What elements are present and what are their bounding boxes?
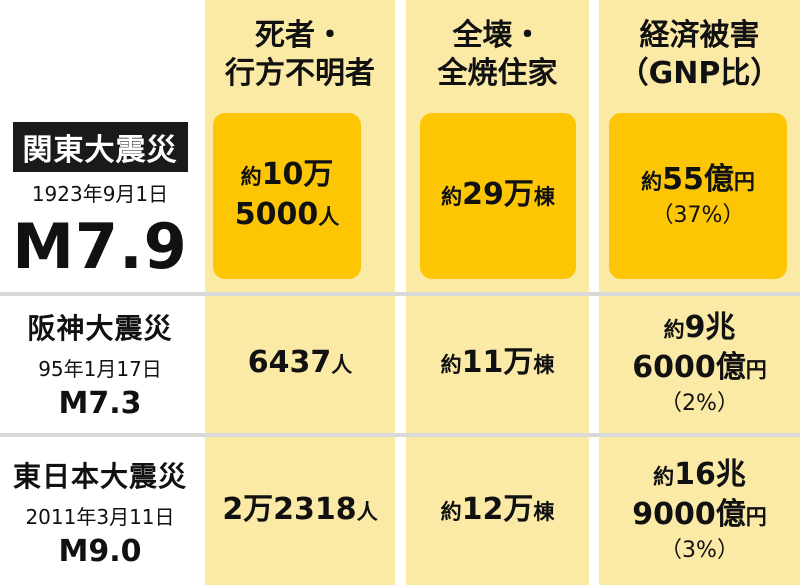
deaths-line1: 約10万 bbox=[241, 156, 334, 196]
economic-line1: 約16兆 bbox=[653, 456, 746, 496]
header-economic-line2: （GNP比） bbox=[618, 56, 781, 91]
unit-label: 棟 bbox=[533, 500, 555, 524]
gnp-ratio: （3%） bbox=[660, 538, 739, 563]
earthquake-date: 95年1月17日 bbox=[38, 357, 162, 381]
deaths-number: 10万 bbox=[261, 157, 334, 192]
houses-value: 約11万棟 bbox=[441, 344, 555, 384]
kanto-houses-cell: 約29万棟 bbox=[420, 113, 576, 279]
row-label-tohoku: 東日本大震災 2011年3月11日 M9.0 bbox=[0, 438, 200, 585]
unit-label: 人 bbox=[318, 205, 340, 229]
prefix-label: 約 bbox=[240, 165, 262, 189]
houses-number: 12万 bbox=[461, 492, 534, 527]
prefix-label: 約 bbox=[441, 185, 463, 209]
earthquake-date: 2011年3月11日 bbox=[25, 504, 175, 529]
deaths-number: 6437 bbox=[247, 345, 332, 380]
houses-number: 11万 bbox=[461, 345, 534, 380]
tohoku-economic-cell: 約16兆 9000億円 （3%） bbox=[599, 437, 800, 585]
unit-label: 棟 bbox=[533, 185, 555, 209]
economic-number: 6000億 bbox=[632, 350, 746, 385]
earthquake-name: 関東大震災 bbox=[12, 121, 188, 172]
unit-label: 円 bbox=[745, 358, 767, 382]
earthquake-magnitude: M7.9 bbox=[12, 209, 188, 283]
row-label-hanshin: 阪神大震災 95年1月17日 M7.3 bbox=[0, 296, 200, 432]
header-houses-line1: 全壊・ bbox=[452, 18, 543, 53]
header-deaths-line1: 死者・ bbox=[255, 18, 345, 53]
economic-number: 16兆 bbox=[674, 457, 746, 492]
unit-label: 円 bbox=[745, 505, 767, 529]
header-deaths: 死者・ 行方不明者 bbox=[205, 0, 395, 110]
prefix-label: 約 bbox=[641, 170, 663, 194]
economic-line1: 約9兆 bbox=[664, 309, 736, 349]
deaths-value: 6437人 bbox=[248, 344, 353, 384]
earthquake-name: 阪神大震災 bbox=[27, 312, 173, 345]
houses-value: 約29万棟 bbox=[441, 176, 555, 216]
header-houses: 全壊・ 全焼住家 bbox=[406, 0, 589, 110]
tohoku-deaths-cell: 2万2318人 bbox=[205, 437, 395, 585]
tohoku-houses-cell: 約12万棟 bbox=[406, 437, 589, 585]
earthquake-magnitude: M9.0 bbox=[58, 533, 142, 569]
kanto-deaths-cell: 約10万 5000人 bbox=[213, 113, 361, 279]
gnp-ratio: （37%） bbox=[651, 203, 745, 228]
earthquake-date: 1923年9月1日 bbox=[31, 181, 169, 206]
hanshin-deaths-cell: 6437人 bbox=[205, 296, 395, 432]
header-economic-line1: 経済被害 bbox=[639, 18, 760, 53]
unit-label: 人 bbox=[356, 500, 378, 524]
economic-number: 9000億 bbox=[632, 497, 746, 532]
gnp-ratio: （2%） bbox=[660, 391, 739, 416]
economic-value: 約55億円 bbox=[641, 161, 755, 201]
earthquake-name: 東日本大震災 bbox=[12, 459, 187, 493]
unit-label: 棟 bbox=[533, 353, 555, 377]
prefix-label: 約 bbox=[663, 318, 685, 342]
economic-line2: 9000億円 bbox=[632, 496, 767, 536]
deaths-number: 5000 bbox=[234, 197, 319, 232]
prefix-label: 約 bbox=[440, 500, 462, 524]
economic-line2: 6000億円 bbox=[632, 349, 767, 389]
unit-label: 人 bbox=[331, 353, 353, 377]
houses-value: 約12万棟 bbox=[441, 491, 555, 531]
deaths-value: 2万2318人 bbox=[222, 491, 377, 531]
header-deaths-line2: 行方不明者 bbox=[225, 56, 375, 91]
prefix-label: 約 bbox=[653, 465, 675, 489]
kanto-economic-cell: 約55億円 （37%） bbox=[609, 113, 787, 279]
earthquake-comparison-table: 死者・ 行方不明者 全壊・ 全焼住家 経済被害 （GNP比） 関東大震災 192… bbox=[0, 0, 800, 585]
row-label-kanto: 関東大震災 1923年9月1日 M7.9 bbox=[0, 110, 200, 290]
economic-number: 9兆 bbox=[684, 310, 736, 345]
houses-number: 29万 bbox=[462, 177, 534, 212]
header-houses-line2: 全焼住家 bbox=[437, 56, 558, 91]
economic-number: 55億 bbox=[662, 162, 734, 197]
deaths-number: 2万2318 bbox=[222, 492, 357, 527]
hanshin-economic-cell: 約9兆 6000億円 （2%） bbox=[599, 296, 800, 432]
earthquake-magnitude: M7.3 bbox=[58, 386, 142, 421]
prefix-label: 約 bbox=[440, 353, 462, 377]
hanshin-houses-cell: 約11万棟 bbox=[406, 296, 589, 432]
deaths-line2: 5000人 bbox=[235, 196, 340, 236]
unit-label: 円 bbox=[733, 170, 755, 194]
header-economic: 経済被害 （GNP比） bbox=[599, 0, 800, 110]
